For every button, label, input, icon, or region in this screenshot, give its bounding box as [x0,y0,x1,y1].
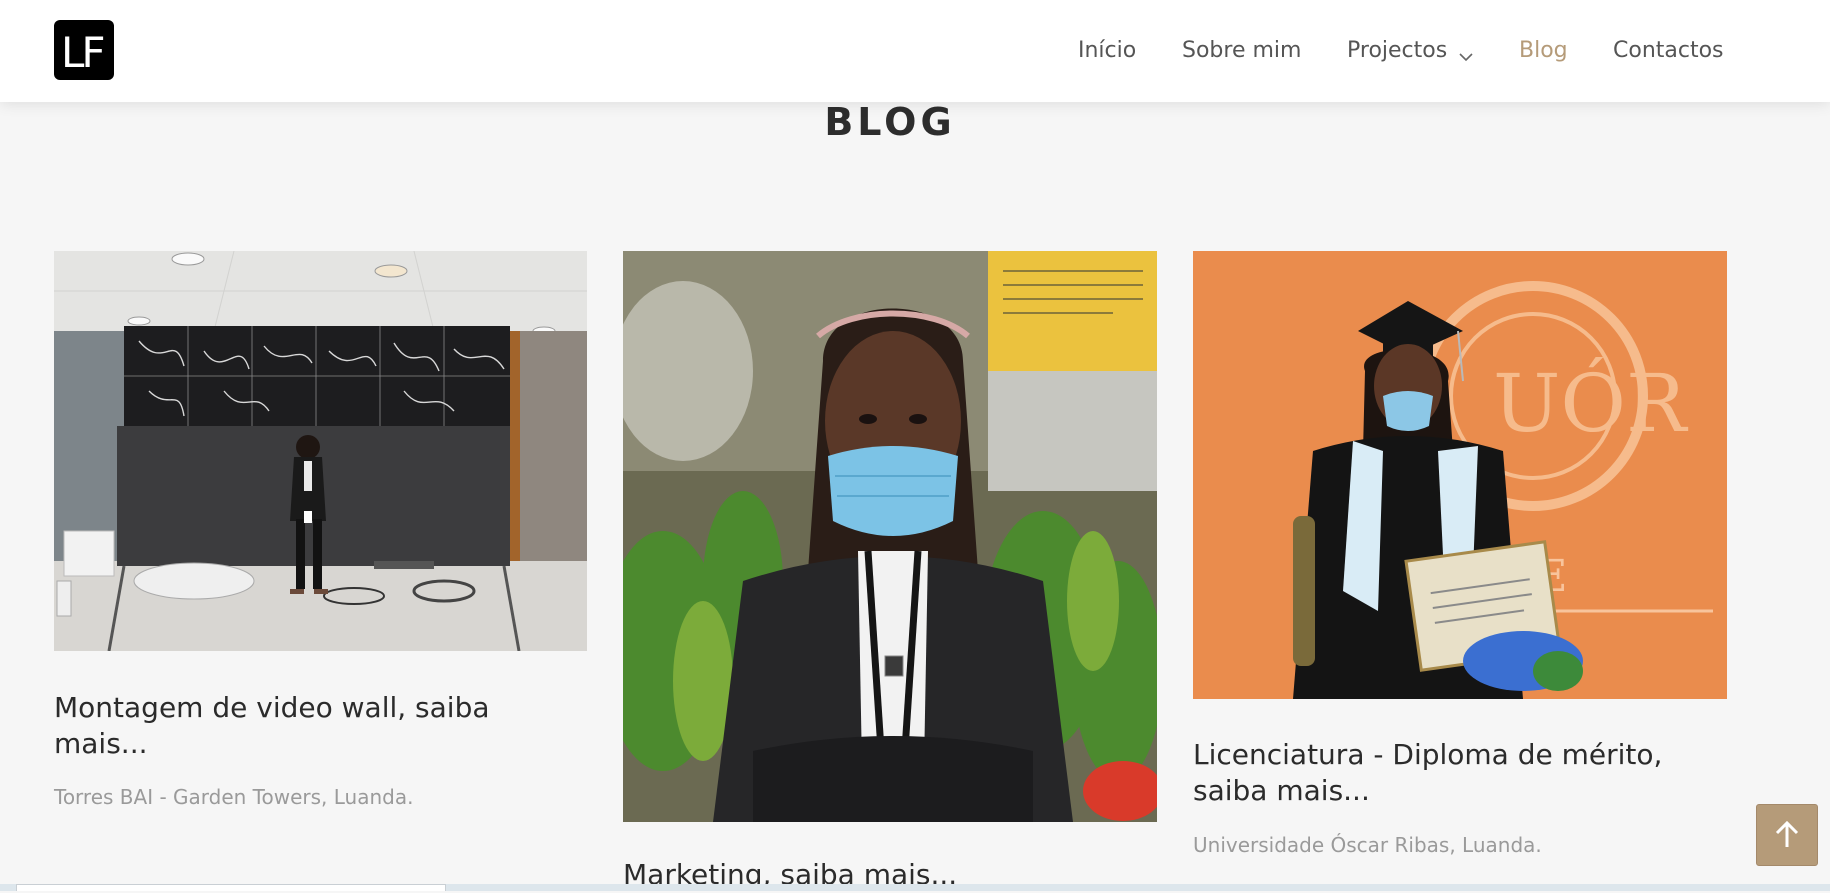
site-logo[interactable]: LF [54,20,114,80]
post-location-video-wall: Torres BAI - Garden Towers, Luanda. [54,785,414,809]
post-image-video-wall[interactable] [54,251,587,651]
nav-item-blog[interactable]: Blog [1519,36,1568,66]
back-to-top-button[interactable] [1756,804,1818,866]
post-image-graduation[interactable]: UÓR DADE BAS [1193,251,1727,699]
site-header: LF Início Sobre mim Projectos Blog Conta… [0,0,1830,102]
svg-text:UÓR: UÓR [1493,356,1689,450]
chevron-down-icon[interactable] [1459,47,1473,66]
nav-item-inicio[interactable]: Início [1078,36,1136,66]
svg-text:LF: LF [61,28,103,77]
post-location-graduation: Universidade Óscar Ribas, Luanda. [1193,833,1542,857]
post-title-graduation[interactable]: Licenciatura - Diploma de mérito, saiba … [1193,737,1713,809]
bottom-panel [16,884,446,891]
post-image-marketing[interactable] [623,251,1157,822]
nav-item-sobre-mim[interactable]: Sobre mim [1182,36,1301,66]
nav-item-projectos[interactable]: Projectos [1347,36,1447,66]
page-title: BLOG [824,100,956,144]
arrow-up-icon [1775,820,1799,847]
nav-item-contactos[interactable]: Contactos [1613,36,1724,66]
post-title-video-wall[interactable]: Montagem de video wall, saiba mais... [54,690,554,762]
logo-mark: LF [61,28,106,77]
